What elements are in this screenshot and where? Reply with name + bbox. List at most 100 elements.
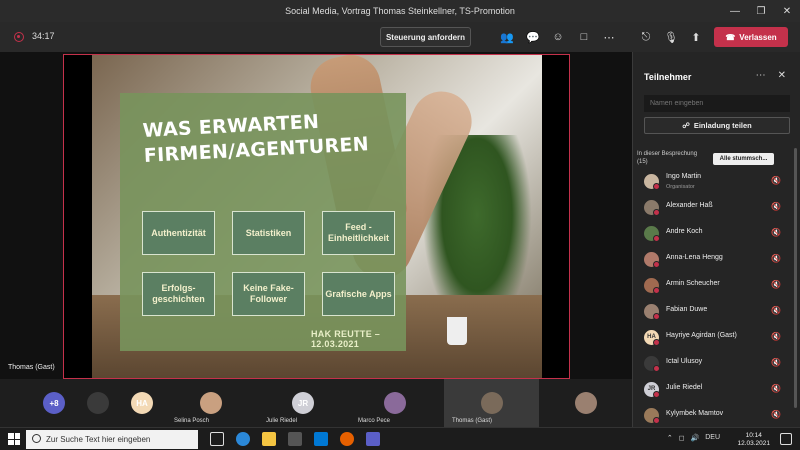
participant-name: Julie Riedel xyxy=(666,384,703,391)
mic-muted-icon: 🔇 xyxy=(771,202,781,211)
mail-icon[interactable] xyxy=(314,432,328,446)
participant-name: Andre Koch xyxy=(666,228,703,235)
chat-icon[interactable]: 💬 xyxy=(526,30,540,44)
video-tile[interactable] xyxy=(78,379,118,427)
search-icon xyxy=(32,434,41,443)
share-screen-icon[interactable]: ⬆ xyxy=(689,30,703,44)
participant-row[interactable]: Alexander Haß 🔇 xyxy=(633,194,795,220)
explorer-icon[interactable] xyxy=(262,432,276,446)
video-tile[interactable]: JR Julie Riedel xyxy=(258,379,348,427)
network-icon[interactable]: ◻ xyxy=(679,434,685,442)
mic-off-icon[interactable]: 🎙 xyxy=(664,30,678,44)
request-control-button[interactable]: Steuerung anfordern xyxy=(380,27,471,47)
volume-icon[interactable]: 🔊 xyxy=(691,434,700,442)
share-invite-button[interactable]: ☍ Einladung teilen xyxy=(644,117,790,134)
avatar xyxy=(644,173,660,190)
teams-icon[interactable] xyxy=(366,432,380,446)
more-actions-icon[interactable]: ⋯ xyxy=(602,30,616,44)
share-invite-label: Einladung teilen xyxy=(693,121,752,130)
panel-close-icon[interactable]: ✕ xyxy=(778,70,786,81)
tile-avatar xyxy=(575,392,597,414)
reactions-icon[interactable]: ☺ xyxy=(551,30,565,44)
notification-icon[interactable] xyxy=(780,433,792,445)
participant-row[interactable]: JR Julie Riedel 🔇 xyxy=(633,376,795,402)
mic-muted-icon: 🔇 xyxy=(771,176,781,185)
windows-taskbar: Zur Suche Text hier eingeben ⌃ ◻ 🔊 DEU 1… xyxy=(0,427,800,450)
video-tile[interactable] xyxy=(540,379,632,427)
panel-scrollbar[interactable] xyxy=(794,148,797,408)
slide-box-success-stories: Erfolgs- geschichten xyxy=(142,272,215,316)
slide-box-feed: Feed - Einheitlichkeit xyxy=(322,211,395,255)
mic-muted-icon: 🔇 xyxy=(771,410,781,419)
tile-avatar xyxy=(200,392,222,414)
section-heading[interactable]: In dieser Besprechung (15) xyxy=(637,150,697,166)
slide-box-statistics: Statistiken xyxy=(232,211,305,255)
slide-box-authenticity: Authentizität xyxy=(142,211,215,255)
leave-label: Verlassen xyxy=(739,32,777,42)
language-indicator[interactable]: DEU xyxy=(705,434,720,442)
meeting-timer: 34:17 xyxy=(32,31,55,41)
participant-name: Ingo Martin xyxy=(666,173,702,180)
avatar xyxy=(644,277,660,294)
mute-all-button[interactable]: Alle stummsch... xyxy=(713,153,774,165)
video-tile[interactable]: Selina Posch xyxy=(166,379,256,427)
clock[interactable]: 10:14 12.03.2021 xyxy=(737,432,770,448)
avatar xyxy=(644,199,660,216)
tile-name: Thomas (Gast) xyxy=(452,418,493,424)
tile-name: Julie Riedel xyxy=(266,418,298,424)
firefox-icon[interactable] xyxy=(340,432,354,446)
share-icon: ☍ xyxy=(682,121,690,130)
participant-role: Organisator xyxy=(666,184,695,190)
edge-icon[interactable] xyxy=(236,432,250,446)
participant-name: Anna-Lena Hengg xyxy=(666,254,723,261)
presenter-label: Thomas (Gast) xyxy=(8,364,55,371)
task-view-icon[interactable] xyxy=(210,432,224,446)
taskbar-search[interactable]: Zur Suche Text hier eingeben xyxy=(26,430,198,449)
participant-row[interactable]: Fabian Duwe 🔇 xyxy=(633,298,795,324)
avatar xyxy=(644,303,660,320)
participants-icon[interactable]: 👥 xyxy=(500,30,514,44)
participant-name: Fabian Duwe xyxy=(666,306,708,313)
cup-image xyxy=(447,317,467,345)
minimize-icon[interactable]: — xyxy=(722,0,748,22)
participant-row[interactable]: Ingo Martin Organisator 🔇 xyxy=(633,168,795,194)
recording-icon xyxy=(14,32,24,42)
video-tile[interactable]: Thomas (Gast) xyxy=(444,379,539,427)
clock-time: 10:14 xyxy=(745,432,762,439)
video-tile[interactable]: HA xyxy=(122,379,162,427)
slide-box-graphic-apps: Grafische Apps xyxy=(322,272,395,316)
tile-name: Selina Posch xyxy=(174,418,210,424)
avatar xyxy=(644,407,660,424)
participant-row[interactable]: HA Hayriye Agirdan (Gast) 🔇 xyxy=(633,324,795,350)
camera-off-icon[interactable]: ⎋ xyxy=(639,30,653,44)
avatar: HA xyxy=(644,329,660,346)
section-heading-count: (15) xyxy=(637,159,648,165)
leave-button[interactable]: ☎ Verlassen xyxy=(714,27,788,47)
phone-icon: ☎ xyxy=(725,32,736,42)
shared-screen-video: WAS ERWARTEN FIRMEN/AGENTUREN Authentizi… xyxy=(63,54,570,379)
participant-name: Ictal Ulusoy xyxy=(666,358,703,365)
shared-content-stage: WAS ERWARTEN FIRMEN/AGENTUREN Authentizi… xyxy=(0,52,632,379)
participant-row[interactable]: Anna-Lena Hengg 🔇 xyxy=(633,246,795,272)
window-titlebar: Social Media, Vortrag Thomas Steinkellne… xyxy=(0,0,800,22)
meeting-toolbar: 34:17 Steuerung anfordern 👥 💬 ☺ □ ⋯ ⎋ 🎙 … xyxy=(0,22,800,52)
slide-background-photo: WAS ERWARTEN FIRMEN/AGENTUREN Authentizi… xyxy=(92,55,542,378)
close-window-icon[interactable]: ✕ xyxy=(774,0,800,22)
start-icon[interactable] xyxy=(8,433,20,445)
tile-avatar xyxy=(384,392,406,414)
overflow-tile[interactable]: +8 xyxy=(34,379,74,427)
video-tile[interactable]: Marco Pece xyxy=(350,379,440,427)
participant-row[interactable]: Ictal Ulusoy 🔇 xyxy=(633,350,795,376)
chevron-up-icon[interactable]: ⌃ xyxy=(667,434,673,442)
participant-search-input[interactable] xyxy=(644,95,790,112)
participant-row[interactable]: Andre Koch 🔇 xyxy=(633,220,795,246)
avatar: JR xyxy=(644,381,660,398)
clock-date: 12.03.2021 xyxy=(737,440,770,447)
participant-row[interactable]: Kylymbek Mamtov 🔇 xyxy=(633,402,795,428)
panel-more-icon[interactable]: ⋯ xyxy=(756,70,766,81)
store-icon[interactable] xyxy=(288,432,302,446)
participant-row[interactable]: Armin Scheucher 🔇 xyxy=(633,272,795,298)
tile-avatar xyxy=(480,392,503,414)
restore-icon[interactable]: ❐ xyxy=(748,0,774,22)
rooms-icon[interactable]: □ xyxy=(577,30,591,44)
